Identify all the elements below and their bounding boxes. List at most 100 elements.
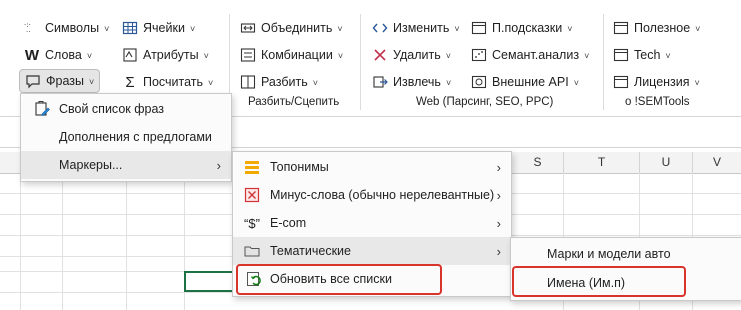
sigma-icon: Σ: [125, 73, 135, 91]
license-label: Лицензия: [634, 75, 690, 89]
license-button[interactable]: Лицензия ˅: [613, 71, 700, 93]
chevron-down-icon: ˅: [695, 24, 701, 34]
grid-icon: [122, 20, 138, 36]
edit-list-icon: [33, 100, 51, 118]
menu-item-thematic[interactable]: Тематические ›: [233, 237, 511, 265]
symbols-icon: ·:· ··: [24, 20, 40, 36]
attributes-icon: [122, 47, 138, 63]
combinations-label: Комбинации: [261, 48, 333, 62]
chevron-right-icon: ›: [496, 243, 501, 259]
chevron-down-icon: ˅: [88, 77, 95, 87]
chevron-down-icon: ˅: [86, 51, 93, 61]
hints-button[interactable]: П.подсказки ˅: [471, 17, 572, 39]
chevron-down-icon: ˅: [445, 51, 451, 61]
menu-item-toponyms[interactable]: Топонимы ›: [233, 153, 511, 181]
extract-label: Извлечь: [393, 75, 441, 89]
menu-item-minus-words[interactable]: Минус-слова (обычно нерелевантные) ›: [233, 181, 511, 209]
split-label: Разбить: [261, 75, 308, 89]
phrases-button[interactable]: Фразы ˅: [19, 69, 101, 93]
chevron-down-icon: ˅: [312, 78, 318, 88]
svg-text:··: ··: [26, 28, 30, 36]
tech-button[interactable]: Tech ˅: [613, 44, 671, 66]
group-label-split: Разбить/Сцепить: [248, 96, 340, 108]
column-header-s[interactable]: S: [512, 152, 564, 173]
window-icon: [613, 74, 629, 90]
menu-item-ecom[interactable]: “$” E-com ›: [233, 209, 511, 237]
external-api-label: Внешние API: [492, 75, 569, 89]
merge-icon: [240, 20, 256, 36]
corner-cell[interactable]: [0, 152, 21, 173]
menu-item-label: Марки и модели авто: [547, 247, 671, 261]
chevron-down-icon: ˅: [665, 51, 671, 61]
chevron-down-icon: ˅: [694, 78, 700, 88]
highlight-box: [236, 264, 442, 295]
highlight-box: [512, 266, 686, 297]
attributes-button[interactable]: Атрибуты ˅: [122, 44, 209, 66]
menu-item-label: Минус-слова (обычно нерелевантные): [270, 188, 495, 202]
chevron-down-icon: ˅: [104, 24, 110, 34]
attributes-label: Атрибуты: [143, 48, 199, 62]
group-separator: [603, 14, 604, 110]
chevron-right-icon: ›: [496, 215, 501, 231]
chevron-down-icon: ˅: [584, 51, 590, 61]
count-button[interactable]: Σ Посчитать ˅: [122, 71, 213, 93]
cells-button[interactable]: Ячейки ˅: [122, 17, 195, 39]
selected-cell[interactable]: [184, 271, 234, 292]
group-label-web: Web (Парсинг, SEO, PPC): [416, 96, 554, 108]
column-header-v[interactable]: V: [693, 152, 741, 173]
window-icon: [471, 20, 487, 36]
hints-label: П.подсказки: [492, 21, 563, 35]
chevron-down-icon: ˅: [445, 78, 452, 88]
words-button[interactable]: W Слова ˅: [24, 44, 92, 66]
dollar-icon: “$”: [244, 215, 260, 231]
external-api-button[interactable]: Внешние API ˅: [471, 71, 579, 93]
tech-label: Tech: [634, 48, 661, 62]
chevron-down-icon: ˅: [337, 24, 343, 34]
menu-item-label: Дополнения с предлогами: [59, 130, 212, 144]
change-label: Изменить: [393, 21, 450, 35]
speech-bubble-icon: [25, 73, 41, 89]
menu-item-car-brands[interactable]: Марки и модели авто: [511, 240, 741, 268]
x-icon: [372, 47, 388, 63]
menu-item-prepositions[interactable]: Дополнения с предлогами: [21, 123, 231, 151]
semantic-label: Семант.анализ: [492, 48, 580, 62]
words-label: Слова: [45, 48, 82, 62]
merge-button[interactable]: Объединить ˅: [240, 17, 343, 39]
menu-item-label: Свой список фраз: [59, 102, 164, 116]
cells-label: Ячейки: [143, 21, 185, 35]
menu-item-label: Маркеры...: [59, 158, 123, 172]
extract-button[interactable]: Извлечь ˅: [372, 71, 451, 93]
split-icon: [240, 74, 256, 90]
extract-icon: [372, 74, 388, 90]
chevron-down-icon: ˅: [208, 78, 214, 88]
split-button[interactable]: Разбить ˅: [240, 71, 318, 93]
delete-button[interactable]: Удалить ˅: [372, 44, 451, 66]
column-header-t[interactable]: T: [564, 152, 640, 173]
menu-item-markers[interactable]: Маркеры... ›: [21, 151, 231, 179]
count-label: Посчитать: [143, 75, 204, 89]
folder-icon: [243, 242, 261, 260]
column-header-u[interactable]: U: [640, 152, 693, 173]
useful-label: Полезное: [634, 21, 691, 35]
chevron-down-icon: ˅: [203, 51, 209, 61]
delete-label: Удалить: [393, 48, 441, 62]
symbols-label: Символы: [45, 21, 100, 35]
menu-item-label: Тематические: [270, 244, 351, 258]
phrases-label: Фразы: [46, 74, 84, 88]
chevron-right-icon: ›: [216, 157, 221, 173]
chevron-down-icon: ˅: [567, 24, 573, 34]
x-box-icon: [243, 186, 261, 204]
combinations-button[interactable]: Комбинации ˅: [240, 44, 343, 66]
group-label-about: о !SEMTools: [625, 96, 690, 108]
chevron-down-icon: ˅: [454, 24, 460, 34]
semantic-button[interactable]: Семант.анализ ˅: [471, 44, 589, 66]
menu-item-own-phrase-list[interactable]: Свой список фраз: [21, 95, 231, 123]
code-tag-icon: [372, 20, 388, 36]
chevron-down-icon: ˅: [337, 51, 344, 61]
symbols-button[interactable]: ·:· ·· Символы ˅: [24, 17, 109, 39]
useful-button[interactable]: Полезное ˅: [613, 17, 700, 39]
change-button[interactable]: Изменить ˅: [372, 17, 460, 39]
phrases-menu: Свой список фраз Дополнения с предлогами…: [20, 93, 232, 182]
semantic-icon: [471, 47, 487, 63]
menu-item-label: Топонимы: [270, 160, 329, 174]
